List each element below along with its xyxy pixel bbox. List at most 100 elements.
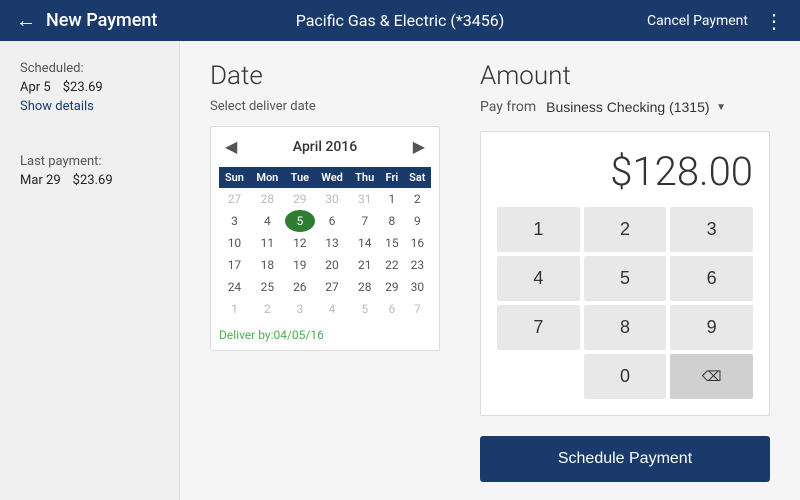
back-button[interactable]: ← xyxy=(16,8,36,33)
calendar-day[interactable]: 1 xyxy=(380,188,403,210)
calendar-day[interactable]: 31 xyxy=(349,188,380,210)
numpad-6[interactable]: 6 xyxy=(670,256,753,301)
calendar-day[interactable]: 29 xyxy=(285,188,315,210)
date-section: Date Select deliver date ◀ April 2016 ▶ … xyxy=(210,61,440,480)
calendar-day[interactable]: 12 xyxy=(285,232,315,254)
calendar-day[interactable]: 27 xyxy=(219,188,250,210)
calendar-day[interactable]: 5 xyxy=(349,298,380,320)
calendar-row: 24252627282930 xyxy=(219,276,431,298)
numpad-spacer xyxy=(497,354,580,399)
calendar-day[interactable]: 19 xyxy=(285,254,315,276)
payee-title: Pacific Gas & Electric (*3456) xyxy=(296,11,505,30)
calendar-day[interactable]: 7 xyxy=(404,298,431,320)
numpad-8[interactable]: 8 xyxy=(584,305,667,350)
calendar-day[interactable]: 6 xyxy=(380,298,403,320)
calendar-day[interactable]: 24 xyxy=(219,276,250,298)
numpad: 1 2 3 4 5 6 7 8 9 0 ⌫ xyxy=(497,207,753,399)
calendar-day[interactable]: 9 xyxy=(404,210,431,232)
numpad-5[interactable]: 5 xyxy=(584,256,667,301)
deliver-by: Deliver by:04/05/16 xyxy=(219,328,431,342)
numpad-2[interactable]: 2 xyxy=(584,207,667,252)
numpad-7[interactable]: 7 xyxy=(497,305,580,350)
calendar-day[interactable]: 15 xyxy=(380,232,403,254)
calendar-day[interactable]: 2 xyxy=(250,298,285,320)
show-details-link[interactable]: Show details xyxy=(20,99,159,114)
calendar-day[interactable]: 16 xyxy=(404,232,431,254)
calendar-day[interactable]: 13 xyxy=(315,232,349,254)
scheduled-date: Apr 5 xyxy=(20,80,51,95)
calendar-day[interactable]: 3 xyxy=(285,298,315,320)
weekday-sat: Sat xyxy=(404,167,431,188)
calendar-row: 1234567 xyxy=(219,298,431,320)
calendar-day[interactable]: 10 xyxy=(219,232,250,254)
weekday-thu: Thu xyxy=(349,167,380,188)
calendar-day[interactable]: 22 xyxy=(380,254,403,276)
calendar-row: 17181920212223 xyxy=(219,254,431,276)
scheduled-label: Scheduled: xyxy=(20,61,159,76)
calendar-day[interactable]: 5 xyxy=(285,210,315,232)
calendar-weekdays: Sun Mon Tue Wed Thu Fri Sat xyxy=(219,167,431,188)
date-section-title: Date xyxy=(210,61,440,91)
calendar-grid: Sun Mon Tue Wed Thu Fri Sat 272829303112… xyxy=(219,167,431,320)
calendar-day[interactable]: 3 xyxy=(219,210,250,232)
calendar-day[interactable]: 4 xyxy=(250,210,285,232)
pay-from-dropdown[interactable]: Business Checking (1315) ▼ xyxy=(546,99,726,115)
calendar-day[interactable]: 7 xyxy=(349,210,380,232)
amount-section: Amount Pay from Business Checking (1315)… xyxy=(480,61,770,480)
numpad-4[interactable]: 4 xyxy=(497,256,580,301)
calendar-month-year: April 2016 xyxy=(293,139,357,155)
calendar-row: 272829303112 xyxy=(219,188,431,210)
amount-value: $128.00 xyxy=(497,148,753,195)
scheduled-amount: $23.69 xyxy=(63,80,103,95)
menu-icon[interactable]: ⋮ xyxy=(764,9,784,33)
dropdown-arrow-icon: ▼ xyxy=(716,102,726,113)
calendar-day[interactable]: 28 xyxy=(349,276,380,298)
weekday-sun: Sun xyxy=(219,167,250,188)
calendar-day[interactable]: 26 xyxy=(285,276,315,298)
last-payment-label: Last payment: xyxy=(20,154,159,169)
calendar-day[interactable]: 21 xyxy=(349,254,380,276)
last-payment-amount: $23.69 xyxy=(73,173,113,188)
calendar-day[interactable]: 4 xyxy=(315,298,349,320)
calendar-day[interactable]: 11 xyxy=(250,232,285,254)
calendar-day[interactable]: 6 xyxy=(315,210,349,232)
pay-from-label: Pay from xyxy=(480,99,536,115)
calendar: ◀ April 2016 ▶ Sun Mon Tue Wed Thu Fri S xyxy=(210,126,440,351)
page-title: New Payment xyxy=(46,10,157,31)
weekday-wed: Wed xyxy=(315,167,349,188)
calendar-day[interactable]: 29 xyxy=(380,276,403,298)
content-area: Scheduled: Apr 5 $23.69 Show details Las… xyxy=(0,41,800,500)
calendar-day[interactable]: 17 xyxy=(219,254,250,276)
schedule-payment-button[interactable]: Schedule Payment xyxy=(480,436,770,482)
calendar-day[interactable]: 23 xyxy=(404,254,431,276)
amount-section-title: Amount xyxy=(480,61,770,91)
cancel-payment-button[interactable]: Cancel Payment xyxy=(647,13,748,29)
calendar-day[interactable]: 30 xyxy=(315,188,349,210)
calendar-day[interactable]: 8 xyxy=(380,210,403,232)
calendar-day[interactable]: 28 xyxy=(250,188,285,210)
calendar-day[interactable]: 1 xyxy=(219,298,250,320)
app-header: ← New Payment Pacific Gas & Electric (*3… xyxy=(0,0,800,41)
weekday-mon: Mon xyxy=(250,167,285,188)
calendar-day[interactable]: 18 xyxy=(250,254,285,276)
numpad-backspace[interactable]: ⌫ xyxy=(670,354,753,399)
calendar-header: ◀ April 2016 ▶ xyxy=(219,135,431,159)
sidebar: Scheduled: Apr 5 $23.69 Show details Las… xyxy=(0,41,180,500)
numpad-3[interactable]: 3 xyxy=(670,207,753,252)
numpad-1[interactable]: 1 xyxy=(497,207,580,252)
calendar-day[interactable]: 14 xyxy=(349,232,380,254)
calendar-day[interactable]: 30 xyxy=(404,276,431,298)
numpad-0[interactable]: 0 xyxy=(584,354,667,399)
calendar-day[interactable]: 25 xyxy=(250,276,285,298)
amount-display: $128.00 1 2 3 4 5 6 7 8 9 0 ⌫ xyxy=(480,131,770,416)
main-area: Date Select deliver date ◀ April 2016 ▶ … xyxy=(180,41,800,500)
numpad-9[interactable]: 9 xyxy=(670,305,753,350)
calendar-day[interactable]: 27 xyxy=(315,276,349,298)
prev-month-button[interactable]: ◀ xyxy=(219,135,243,159)
pay-from-select[interactable]: Business Checking (1315) xyxy=(546,99,730,115)
calendar-day[interactable]: 2 xyxy=(404,188,431,210)
select-date-label: Select deliver date xyxy=(210,99,440,114)
next-month-button[interactable]: ▶ xyxy=(407,135,431,159)
calendar-day[interactable]: 20 xyxy=(315,254,349,276)
calendar-row: 3456789 xyxy=(219,210,431,232)
